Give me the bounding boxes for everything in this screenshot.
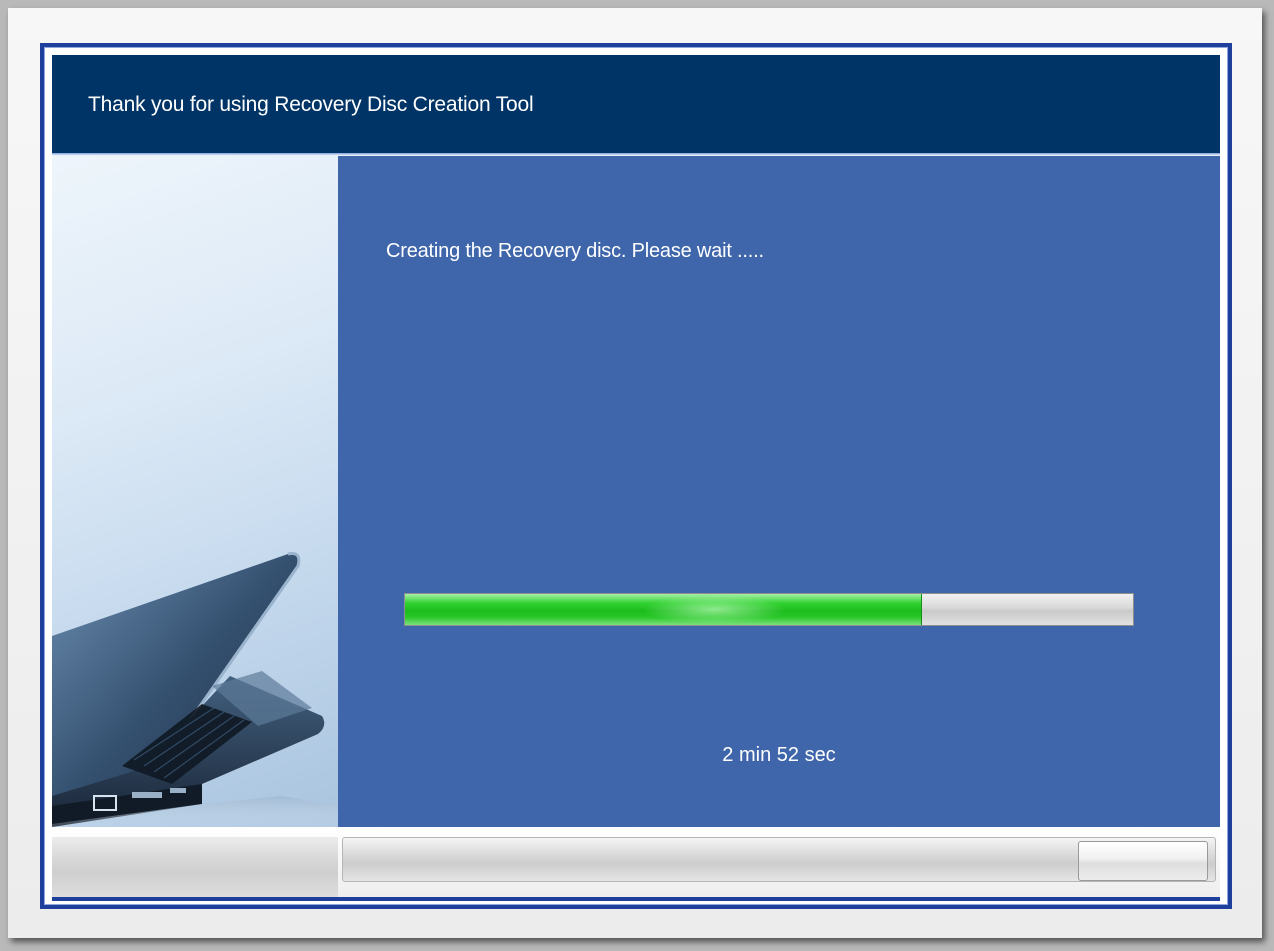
window-bottom-border: [52, 897, 1220, 901]
main-content-panel: Creating the Recovery disc. Please wait …: [338, 156, 1220, 827]
window-title: Thank you for using Recovery Disc Creati…: [88, 93, 534, 116]
progress-bar: [404, 593, 1134, 626]
footer-action-button[interactable]: [1078, 841, 1208, 881]
status-message: Creating the Recovery disc. Please wait …: [386, 240, 764, 262]
progress-bar-fill: [405, 594, 922, 625]
side-image-panel: [52, 156, 338, 827]
laptop-illustration-icon: [52, 552, 338, 827]
footer: [52, 827, 1220, 897]
remaining-time: 2 min 52 sec: [722, 744, 836, 766]
footer-left-strip: [52, 837, 338, 897]
recovery-tool-window: Thank you for using Recovery Disc Creati…: [40, 43, 1232, 909]
title-bar: Thank you for using Recovery Disc Creati…: [52, 55, 1220, 153]
